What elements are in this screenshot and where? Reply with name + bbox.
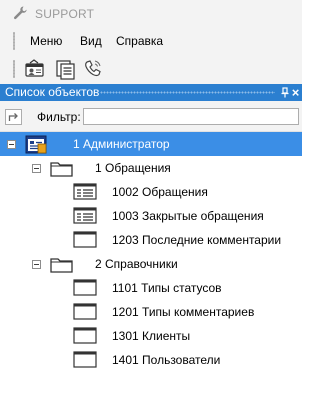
close-icon[interactable]: ×: [290, 86, 301, 99]
tree-root-row[interactable]: 1 Администратор: [0, 132, 302, 156]
admin-tree-icon: [25, 135, 47, 154]
phone-button[interactable]: [82, 58, 104, 80]
tree-root-label: 1 Администратор: [73, 137, 170, 151]
redirect-arrow-icon: [8, 113, 18, 121]
tree-item-label: 1101 Типы статусов: [112, 281, 222, 295]
documents-button[interactable]: [55, 58, 77, 80]
toolbar: [0, 54, 302, 84]
person-card-icon: [25, 59, 44, 77]
tree-item-label: 1401 Пользователи: [112, 353, 221, 367]
tree-item-label: 1003 Закрытые обращения: [112, 209, 264, 223]
tree-group-label: 2 Справочники: [95, 257, 178, 271]
menu-bar: Меню Вид Справка: [0, 28, 302, 54]
tree-group-row[interactable]: 1 Обращения: [0, 156, 302, 180]
object-tree: 1 Администратор 1 Обращения 1002 Обращен…: [0, 132, 302, 395]
pin-icon[interactable]: [280, 87, 290, 98]
tree-item-row[interactable]: 1201 Типы комментариев: [0, 300, 302, 324]
panel-header: Список объектов ×: [0, 84, 302, 101]
tree-item-row[interactable]: 1002 Обращения: [0, 180, 302, 204]
folder-icon: [50, 162, 73, 177]
person-card-button[interactable]: [24, 58, 46, 80]
window-icon: [73, 351, 97, 368]
collapse-group-icon[interactable]: [32, 260, 41, 269]
tree-item-row[interactable]: 1301 Клиенты: [0, 324, 302, 348]
panel-title: Список объектов: [5, 85, 100, 99]
wrench-icon: [13, 6, 27, 20]
tree-item-label: 1002 Обращения: [112, 185, 208, 199]
window-icon: [73, 303, 97, 320]
app-title: SUPPORT: [35, 7, 95, 21]
tree-group-row[interactable]: 2 Справочники: [0, 252, 302, 276]
panel-drag-handle[interactable]: [100, 91, 275, 94]
tree-item-label: 1201 Типы комментариев: [112, 305, 255, 319]
collapse-root-icon[interactable]: [7, 140, 16, 149]
filter-bar: Фильтр:: [0, 101, 302, 132]
menu-item-help[interactable]: Справка: [116, 34, 163, 48]
tree-item-row[interactable]: 1003 Закрытые обращения: [0, 204, 302, 228]
documents-icon: [56, 60, 75, 80]
window-icon: [73, 327, 97, 344]
list-view-icon: [73, 207, 97, 224]
tree-item-label: 1203 Последние комментарии: [112, 233, 282, 247]
filter-input[interactable]: [83, 108, 299, 125]
toolbar-grip[interactable]: [13, 60, 15, 78]
tree-item-row[interactable]: 1401 Пользователи: [0, 348, 302, 372]
title-bar: SUPPORT: [0, 0, 302, 28]
collapse-group-icon[interactable]: [32, 164, 41, 173]
tree-group-label: 1 Обращения: [95, 161, 171, 175]
folder-icon: [50, 258, 73, 273]
filter-label: Фильтр:: [37, 110, 81, 124]
tree-item-row[interactable]: 1101 Типы статусов: [0, 276, 302, 300]
menu-item-menu[interactable]: Меню: [30, 34, 62, 48]
menubar-grip[interactable]: [13, 32, 15, 50]
window-icon: [73, 279, 97, 296]
list-view-icon: [73, 183, 97, 200]
tree-item-label: 1301 Клиенты: [112, 329, 191, 343]
filter-action-button[interactable]: [5, 109, 22, 125]
tree-item-row[interactable]: 1203 Последние комментарии: [0, 228, 302, 252]
menu-item-view[interactable]: Вид: [80, 34, 102, 48]
window-icon: [73, 231, 97, 248]
phone-icon: [85, 60, 101, 77]
